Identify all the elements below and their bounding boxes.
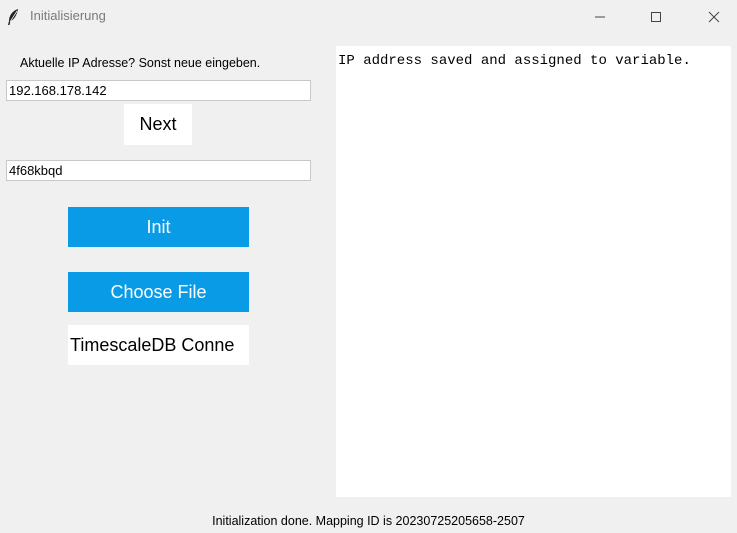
close-button[interactable] xyxy=(691,0,737,34)
timescaledb-connect-button[interactable]: TimescaleDB Conne xyxy=(68,325,249,365)
status-label: Initialization done. Mapping ID is 20230… xyxy=(212,514,525,528)
key-input[interactable]: 4f68kbqd xyxy=(6,160,311,181)
init-button[interactable]: Init xyxy=(68,207,249,247)
minimize-button[interactable] xyxy=(577,0,623,34)
maximize-icon xyxy=(651,12,661,22)
ip-address-input[interactable]: 192.168.178.142 xyxy=(6,80,311,101)
ip-address-label: Aktuelle IP Adresse? Sonst neue eingeben… xyxy=(20,56,261,70)
choose-file-button[interactable]: Choose File xyxy=(68,272,249,312)
window-title: Initialisierung xyxy=(30,8,106,23)
minimize-icon xyxy=(595,16,605,18)
next-button[interactable]: Next xyxy=(124,104,192,145)
close-icon xyxy=(708,11,720,23)
log-textbox[interactable]: IP address saved and assigned to variabl… xyxy=(336,46,731,497)
title-bar[interactable]: Initialisierung xyxy=(0,0,737,34)
maximize-button[interactable] xyxy=(633,0,679,34)
feather-icon xyxy=(8,9,18,25)
